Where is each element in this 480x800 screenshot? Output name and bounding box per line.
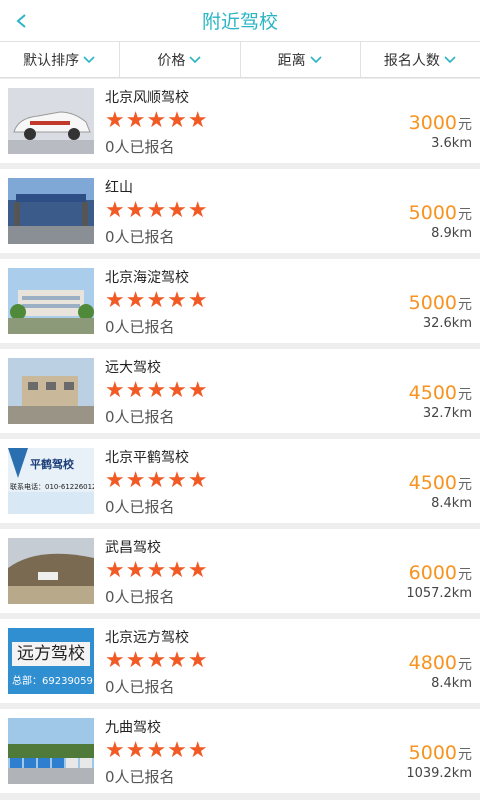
price: 5000元 bbox=[409, 742, 472, 764]
enrollment-count: 0人已报名 bbox=[105, 678, 175, 696]
school-list-item[interactable]: 九曲驾校 ★★★★★ 0人已报名 5000元 1039.2km bbox=[0, 709, 480, 799]
school-list-item[interactable]: 武昌驾校 ★★★★★ 0人已报名 6000元 1057.2km bbox=[0, 529, 480, 619]
distance: 8.4km bbox=[431, 676, 472, 691]
price: 5000元 bbox=[409, 202, 472, 224]
sort-default-tab[interactable]: 默认排序 bbox=[0, 42, 121, 77]
price-value: 5000 bbox=[408, 292, 457, 314]
price-unit: 元 bbox=[458, 477, 472, 493]
rating-stars: ★★★★★ bbox=[105, 648, 209, 673]
enrollment-count: 0人已报名 bbox=[105, 498, 175, 516]
price-value: 3000 bbox=[408, 112, 457, 134]
price-unit: 元 bbox=[458, 657, 472, 673]
sort-default-label: 默认排序 bbox=[23, 52, 80, 69]
enrollment-count: 0人已报名 bbox=[105, 408, 175, 426]
rating-stars: ★★★★★ bbox=[105, 378, 209, 403]
chevron-down-icon bbox=[310, 55, 322, 63]
price-value: 5000 bbox=[408, 742, 457, 764]
sort-distance-tab[interactable]: 距离 bbox=[241, 42, 361, 77]
school-photo bbox=[8, 358, 94, 424]
enrollment-count: 0人已报名 bbox=[105, 318, 175, 336]
school-photo bbox=[8, 178, 94, 244]
distance: 32.6km bbox=[422, 316, 472, 331]
distance: 8.9km bbox=[431, 226, 472, 241]
chevron-down-icon bbox=[189, 55, 201, 63]
school-name: 北京平鹤驾校 bbox=[105, 450, 189, 466]
school-list: 北京风顺驾校 ★★★★★ 0人已报名 3000元 3.6km 红山 ★★★★★ … bbox=[0, 79, 480, 799]
thumbnail-caption: 远方驾校 bbox=[12, 642, 90, 666]
distance: 32.7km bbox=[422, 406, 472, 421]
school-name: 红山 bbox=[105, 180, 133, 196]
filter-bar: 默认排序 价格 距离 报名人数 bbox=[0, 42, 480, 78]
school-list-item[interactable]: 远大驾校 ★★★★★ 0人已报名 4500元 32.7km bbox=[0, 349, 480, 439]
price: 4500元 bbox=[409, 472, 472, 494]
distance: 1039.2km bbox=[406, 766, 472, 781]
school-list-item[interactable]: 平鹤驾校 联系电话：010-61226012 北京平鹤驾校 ★★★★★ 0人已报… bbox=[0, 439, 480, 529]
thumbnail-caption: 平鹤驾校 bbox=[30, 458, 74, 471]
school-photo bbox=[8, 538, 94, 604]
distance: 3.6km bbox=[431, 136, 472, 151]
price-unit: 元 bbox=[458, 567, 472, 583]
school-name: 北京风顺驾校 bbox=[105, 90, 189, 106]
school-name: 远大驾校 bbox=[105, 360, 161, 376]
price-value: 5000 bbox=[408, 202, 457, 224]
price-unit: 元 bbox=[458, 387, 472, 403]
school-name: 九曲驾校 bbox=[105, 720, 161, 736]
school-photo bbox=[8, 268, 94, 334]
school-list-item[interactable]: 红山 ★★★★★ 0人已报名 5000元 8.9km bbox=[0, 169, 480, 259]
sort-enrollment-tab[interactable]: 报名人数 bbox=[361, 42, 480, 77]
school-photo: 远方驾校 总部：69239059 bbox=[8, 628, 94, 694]
school-photo bbox=[8, 718, 94, 784]
sort-price-tab[interactable]: 价格 bbox=[120, 42, 241, 77]
rating-stars: ★★★★★ bbox=[105, 108, 209, 133]
school-photo: 平鹤驾校 联系电话：010-61226012 bbox=[8, 448, 94, 514]
school-name: 北京海淀驾校 bbox=[105, 270, 189, 286]
price: 4800元 bbox=[409, 652, 472, 674]
price-value: 4800 bbox=[408, 652, 457, 674]
price: 4500元 bbox=[409, 382, 472, 404]
distance: 1057.2km bbox=[406, 586, 472, 601]
rating-stars: ★★★★★ bbox=[105, 468, 209, 493]
rating-stars: ★★★★★ bbox=[105, 558, 209, 583]
enrollment-count: 0人已报名 bbox=[105, 138, 175, 156]
distance: 8.4km bbox=[431, 496, 472, 511]
chevron-down-icon bbox=[83, 55, 95, 63]
rating-stars: ★★★★★ bbox=[105, 198, 209, 223]
sort-price-label: 价格 bbox=[157, 52, 186, 69]
school-list-item[interactable]: 北京风顺驾校 ★★★★★ 0人已报名 3000元 3.6km bbox=[0, 79, 480, 169]
price-value: 6000 bbox=[408, 562, 457, 584]
rating-stars: ★★★★★ bbox=[105, 288, 209, 313]
price-unit: 元 bbox=[458, 117, 472, 133]
school-name: 北京远方驾校 bbox=[105, 630, 189, 646]
price: 5000元 bbox=[409, 292, 472, 314]
school-name: 武昌驾校 bbox=[105, 540, 161, 556]
price-unit: 元 bbox=[458, 207, 472, 223]
thumbnail-caption: 总部：69239059 bbox=[12, 676, 93, 687]
school-list-item[interactable]: 北京海淀驾校 ★★★★★ 0人已报名 5000元 32.6km bbox=[0, 259, 480, 349]
top-bar: 附近驾校 bbox=[0, 0, 480, 42]
enrollment-count: 0人已报名 bbox=[105, 228, 175, 246]
price: 6000元 bbox=[409, 562, 472, 584]
school-list-item[interactable]: 远方驾校 总部：69239059 北京远方驾校 ★★★★★ 0人已报名 4800… bbox=[0, 619, 480, 709]
sort-enrollment-label: 报名人数 bbox=[383, 52, 440, 69]
page-title: 附近驾校 bbox=[201, 11, 278, 33]
thumbnail-caption: 联系电话：010-61226012 bbox=[10, 483, 94, 491]
rating-stars: ★★★★★ bbox=[105, 738, 209, 763]
price-value: 4500 bbox=[408, 472, 457, 494]
enrollment-count: 0人已报名 bbox=[105, 768, 175, 786]
school-photo bbox=[8, 88, 94, 154]
chevron-down-icon bbox=[444, 55, 456, 63]
price-unit: 元 bbox=[458, 747, 472, 763]
sort-distance-label: 距离 bbox=[277, 52, 306, 69]
price-value: 4500 bbox=[408, 382, 457, 404]
price: 3000元 bbox=[409, 112, 472, 134]
enrollment-count: 0人已报名 bbox=[105, 588, 175, 606]
price-unit: 元 bbox=[458, 297, 472, 313]
